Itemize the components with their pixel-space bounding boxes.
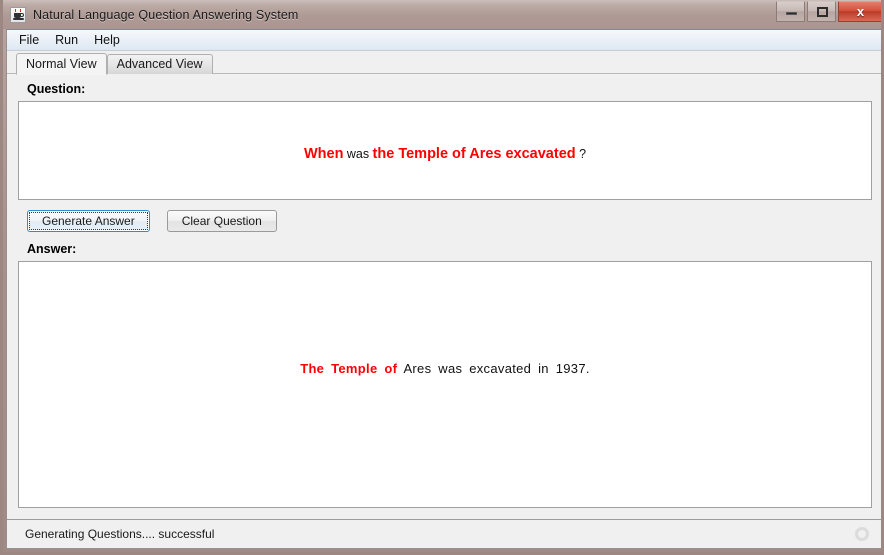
generate-answer-button[interactable]: Generate Answer [27, 210, 150, 232]
minimize-icon [786, 12, 797, 15]
answer-text: The Temple of Ares was excavated in 1937… [19, 361, 871, 376]
answer-token-1: Ares was excavated in 1937. [397, 361, 590, 376]
circular-progress-icon [855, 527, 869, 541]
window-title: Natural Language Question Answering Syst… [33, 7, 299, 22]
question-token-1: was [343, 147, 373, 161]
java-coffee-cup-icon [10, 6, 26, 23]
question-text-area[interactable]: When was the Temple of Ares excavated ? [18, 101, 872, 200]
action-button-row: Generate Answer Clear Question [27, 208, 872, 234]
menu-item-run[interactable]: Run [50, 31, 86, 50]
answer-label: Answer: [27, 242, 77, 256]
close-button[interactable]: x [838, 1, 881, 22]
tab-strip: Normal View Advanced View [7, 51, 881, 75]
menu-bar: File Run Help [7, 30, 881, 51]
clear-question-label: Clear Question [181, 214, 262, 228]
generate-answer-label: Generate Answer [42, 214, 135, 228]
normal-view-content: Question: When was the Temple of Ares ex… [7, 74, 881, 519]
status-bar: Generating Questions.... successful [7, 519, 881, 548]
icon-steam [15, 8, 21, 12]
question-token-3: ? [575, 147, 587, 161]
client-area: File Run Help Normal View Advanced View … [6, 29, 881, 549]
menu-item-file[interactable]: File [14, 31, 47, 50]
title-bar[interactable]: Natural Language Question Answering Syst… [3, 0, 881, 29]
question-token-2: the Temple of Ares excavated [372, 146, 576, 162]
question-text: When was the Temple of Ares excavated ? [19, 146, 871, 162]
icon-handle [21, 12, 24, 17]
question-label: Question: [27, 82, 86, 96]
answer-text-area[interactable]: The Temple of Ares was excavated in 1937… [18, 261, 872, 508]
maximize-button[interactable] [807, 1, 836, 22]
icon-cup [14, 12, 21, 18]
menu-item-help[interactable]: Help [89, 31, 128, 50]
answer-token-0: The Temple of [300, 361, 398, 376]
application-window: Natural Language Question Answering Syst… [0, 0, 884, 555]
window-controls: x [774, 1, 881, 23]
clear-question-button[interactable]: Clear Question [166, 210, 277, 232]
question-token-0: When [303, 146, 344, 162]
minimize-button[interactable] [776, 1, 805, 22]
tab-normal-view[interactable]: Normal View [16, 53, 107, 75]
tab-advanced-view[interactable]: Advanced View [106, 54, 213, 74]
status-message: Generating Questions.... successful [25, 527, 215, 541]
maximize-icon [817, 7, 828, 17]
close-icon: x [856, 4, 865, 19]
icon-saucer [13, 17, 24, 20]
